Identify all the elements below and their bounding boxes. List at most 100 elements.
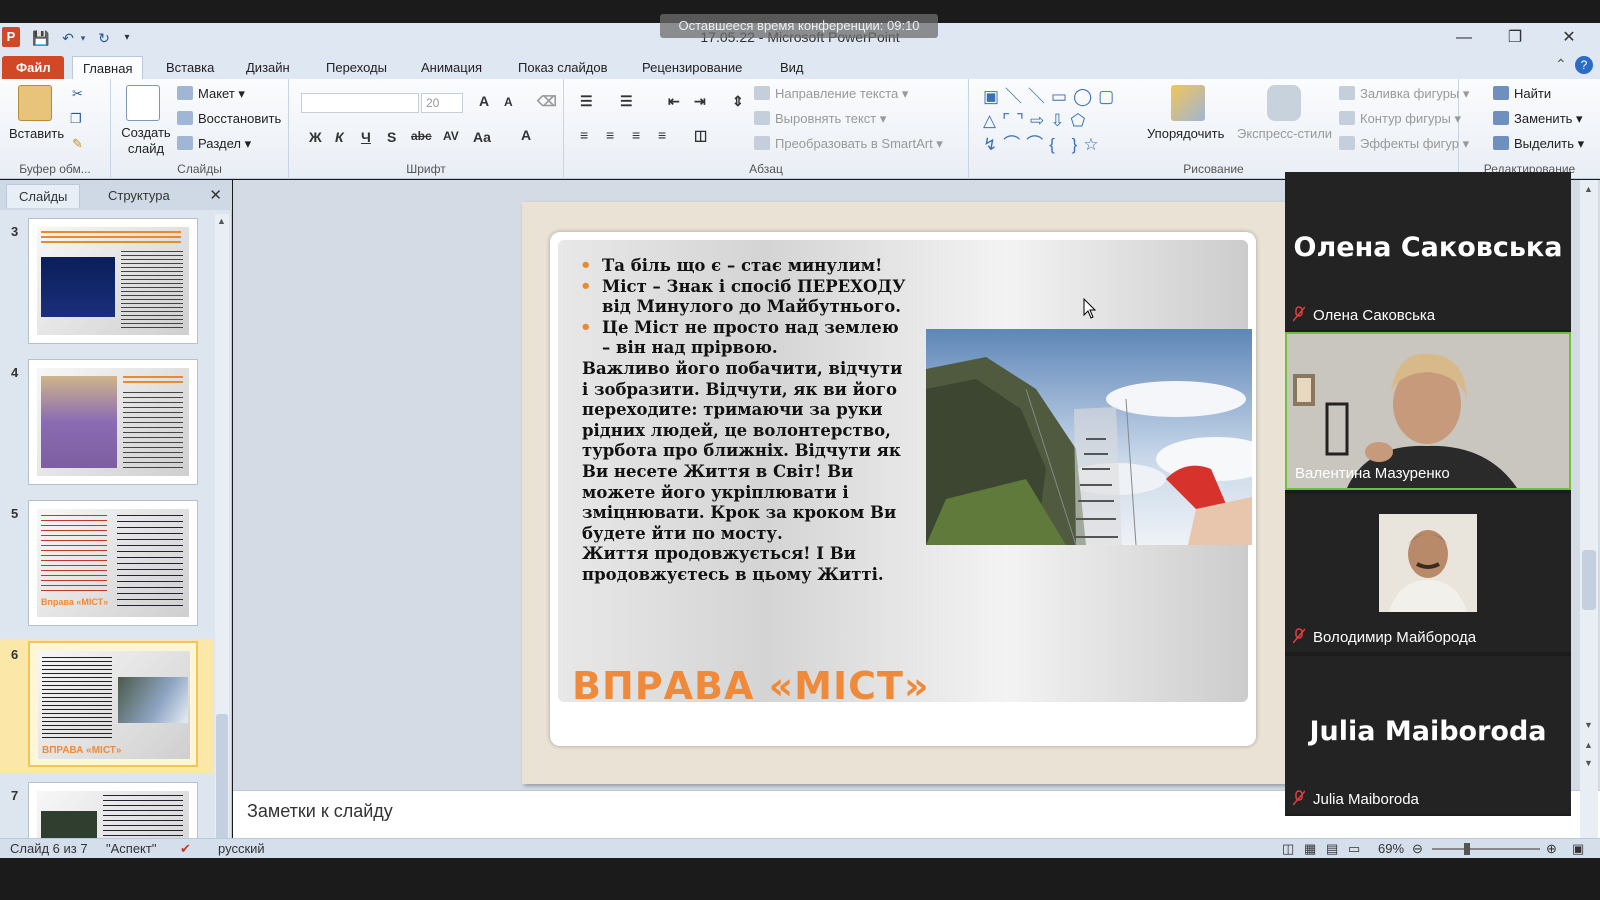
slide-sorter-icon[interactable]: ▦: [1304, 841, 1316, 857]
tab-home[interactable]: Главная: [72, 56, 144, 79]
arrange-icon[interactable]: [1171, 85, 1205, 121]
tab-slideshow[interactable]: Показ слайдов: [508, 56, 618, 79]
customize-toolbar-icon[interactable]: ▾: [120, 28, 134, 48]
undo-dropdown-icon[interactable]: ▾: [78, 28, 88, 48]
smartart-button[interactable]: Преобразовать в SmartArt ▾: [754, 135, 943, 153]
minimize-button[interactable]: —: [1443, 25, 1485, 51]
slide-thumbnail-6[interactable]: 6 ВПРАВА «МІСТ»: [0, 639, 214, 773]
slide-scroll-down-icon[interactable]: ▼: [1584, 720, 1593, 730]
tab-transitions[interactable]: Переходы: [316, 56, 397, 79]
tab-file[interactable]: Файл: [2, 56, 64, 79]
reading-view-icon[interactable]: ▤: [1326, 841, 1338, 857]
columns-icon[interactable]: ◫: [694, 127, 707, 144]
line-spacing-icon[interactable]: ⇕: [732, 93, 744, 110]
select-button[interactable]: Выделить ▾: [1493, 135, 1584, 153]
numbering-icon[interactable]: ☰: [620, 93, 633, 110]
status-language[interactable]: русский: [218, 841, 265, 856]
slide-thumbnail-4[interactable]: 4: [0, 357, 214, 489]
previous-slide-icon[interactable]: ▲: [1584, 740, 1593, 750]
restore-button[interactable]: ❐: [1494, 25, 1536, 51]
format-painter-icon[interactable]: ✎: [72, 135, 83, 153]
slide-canvas[interactable]: Та біль що є – стає минулим! Міст – Знак…: [522, 202, 1285, 784]
scroll-up-icon[interactable]: ▲: [217, 216, 226, 226]
italic-icon[interactable]: К: [335, 129, 344, 145]
quick-styles-button[interactable]: Экспресс-стили: [1237, 125, 1332, 143]
decrease-indent-icon[interactable]: ⇤: [668, 93, 680, 110]
ribbon-collapse-icon[interactable]: ⌃: [1555, 56, 1567, 73]
shape-fill-button[interactable]: Заливка фигуры ▾: [1339, 85, 1469, 103]
slide-thumbnail-3[interactable]: 3: [0, 216, 214, 348]
align-text-button[interactable]: Выровнять текст ▾: [754, 110, 886, 128]
paste-icon[interactable]: [18, 85, 52, 121]
font-name-combo[interactable]: [301, 93, 419, 113]
slide-title[interactable]: ВПРАВА «МІСТ»: [572, 664, 930, 708]
underline-icon[interactable]: Ч: [361, 129, 371, 145]
normal-view-icon[interactable]: ◫: [1282, 841, 1294, 857]
find-button[interactable]: Найти: [1493, 85, 1551, 103]
bridge-photo[interactable]: [926, 329, 1252, 545]
reset-button[interactable]: Восстановить: [177, 110, 281, 128]
shrink-font-icon[interactable]: A: [504, 95, 513, 109]
help-icon[interactable]: ?: [1575, 56, 1593, 74]
align-left-icon[interactable]: ≡: [580, 127, 588, 143]
tab-outline[interactable]: Структура: [96, 184, 182, 208]
new-slide-button[interactable]: Создать слайд: [121, 125, 171, 157]
fit-to-window-icon[interactable]: ▣: [1572, 841, 1584, 857]
panel-close-icon[interactable]: ✕: [209, 186, 222, 204]
tab-review[interactable]: Рецензирование: [632, 56, 752, 79]
slide-thumbnail-5[interactable]: 5 Вправа «МІСТ»: [0, 498, 214, 630]
arrange-button[interactable]: Упорядочить: [1147, 125, 1224, 143]
tab-insert[interactable]: Вставка: [156, 56, 224, 79]
zoom-slider[interactable]: [1432, 848, 1540, 850]
close-button[interactable]: ✕: [1548, 25, 1590, 51]
increase-indent-icon[interactable]: ⇥: [694, 93, 706, 110]
powerpoint-logo-icon[interactable]: P: [2, 27, 20, 47]
tab-animations[interactable]: Анимация: [411, 56, 492, 79]
cut-icon[interactable]: ✂: [72, 85, 83, 103]
align-right-icon[interactable]: ≡: [632, 127, 640, 143]
slide-body-text[interactable]: Та біль що є – стає минулим! Міст – Знак…: [580, 256, 910, 586]
next-slide-icon[interactable]: ▼: [1584, 758, 1593, 768]
slide-scroll-up-icon[interactable]: ▲: [1584, 184, 1593, 194]
font-color-icon[interactable]: A: [521, 127, 531, 143]
new-slide-icon[interactable]: [126, 85, 160, 121]
replace-button[interactable]: Заменить ▾: [1493, 110, 1583, 128]
bullets-icon[interactable]: ☰: [580, 93, 593, 110]
participant-tile-4[interactable]: Julia Maiboroda Julia Maiboroda: [1285, 656, 1571, 814]
slide-scroll-thumb[interactable]: [1582, 550, 1596, 610]
shadow-icon[interactable]: S: [387, 129, 396, 145]
section-button[interactable]: Раздел ▾: [177, 135, 251, 153]
shape-outline-button[interactable]: Контур фигуры ▾: [1339, 110, 1461, 128]
tab-design[interactable]: Дизайн: [236, 56, 300, 79]
zoom-slider-handle[interactable]: [1464, 843, 1470, 855]
align-center-icon[interactable]: ≡: [606, 127, 614, 143]
shapes-gallery[interactable]: ▣＼＼▭◯▢ △⌜⌝⇨⇩⬠ ↯⌒⌒{ }☆: [983, 85, 1128, 155]
bold-icon[interactable]: Ж: [309, 129, 322, 145]
tab-slides[interactable]: Слайды: [6, 184, 81, 208]
zoom-in-icon[interactable]: ⊕: [1546, 841, 1557, 857]
tab-view[interactable]: Вид: [770, 56, 814, 79]
zoom-level[interactable]: 69%: [1378, 841, 1404, 856]
slideshow-view-icon[interactable]: ▭: [1348, 841, 1360, 857]
status-theme[interactable]: "Аспект": [106, 841, 156, 856]
participant-tile-2[interactable]: Валентина Мазуренко: [1285, 332, 1571, 490]
change-case-icon[interactable]: Aa: [473, 129, 491, 145]
grow-font-icon[interactable]: A: [479, 93, 489, 109]
justify-icon[interactable]: ≡: [658, 127, 666, 143]
panel-scroll-thumb[interactable]: [216, 714, 228, 854]
font-size-combo[interactable]: 20: [421, 93, 463, 113]
strikethrough-icon[interactable]: abc: [411, 129, 432, 143]
participant-tile-1[interactable]: Олена Саковська Олена Саковська: [1285, 172, 1571, 330]
spellcheck-icon[interactable]: ✔: [180, 841, 191, 857]
redo-icon[interactable]: ↻: [95, 28, 113, 48]
slide-scrollbar[interactable]: ▲ ▼ ▲ ▼: [1580, 180, 1598, 838]
paste-button[interactable]: Вставить: [9, 125, 64, 143]
undo-icon[interactable]: ↶: [58, 28, 78, 48]
zoom-out-icon[interactable]: ⊖: [1412, 841, 1423, 857]
copy-icon[interactable]: ❐: [70, 110, 82, 128]
clear-format-icon[interactable]: ⌫: [537, 93, 557, 110]
panel-scrollbar[interactable]: ▲ ▼: [215, 214, 229, 854]
layout-button[interactable]: Макет ▾: [177, 85, 245, 103]
spacing-icon[interactable]: AV: [443, 129, 459, 143]
text-direction-button[interactable]: Направление текста ▾: [754, 85, 908, 103]
